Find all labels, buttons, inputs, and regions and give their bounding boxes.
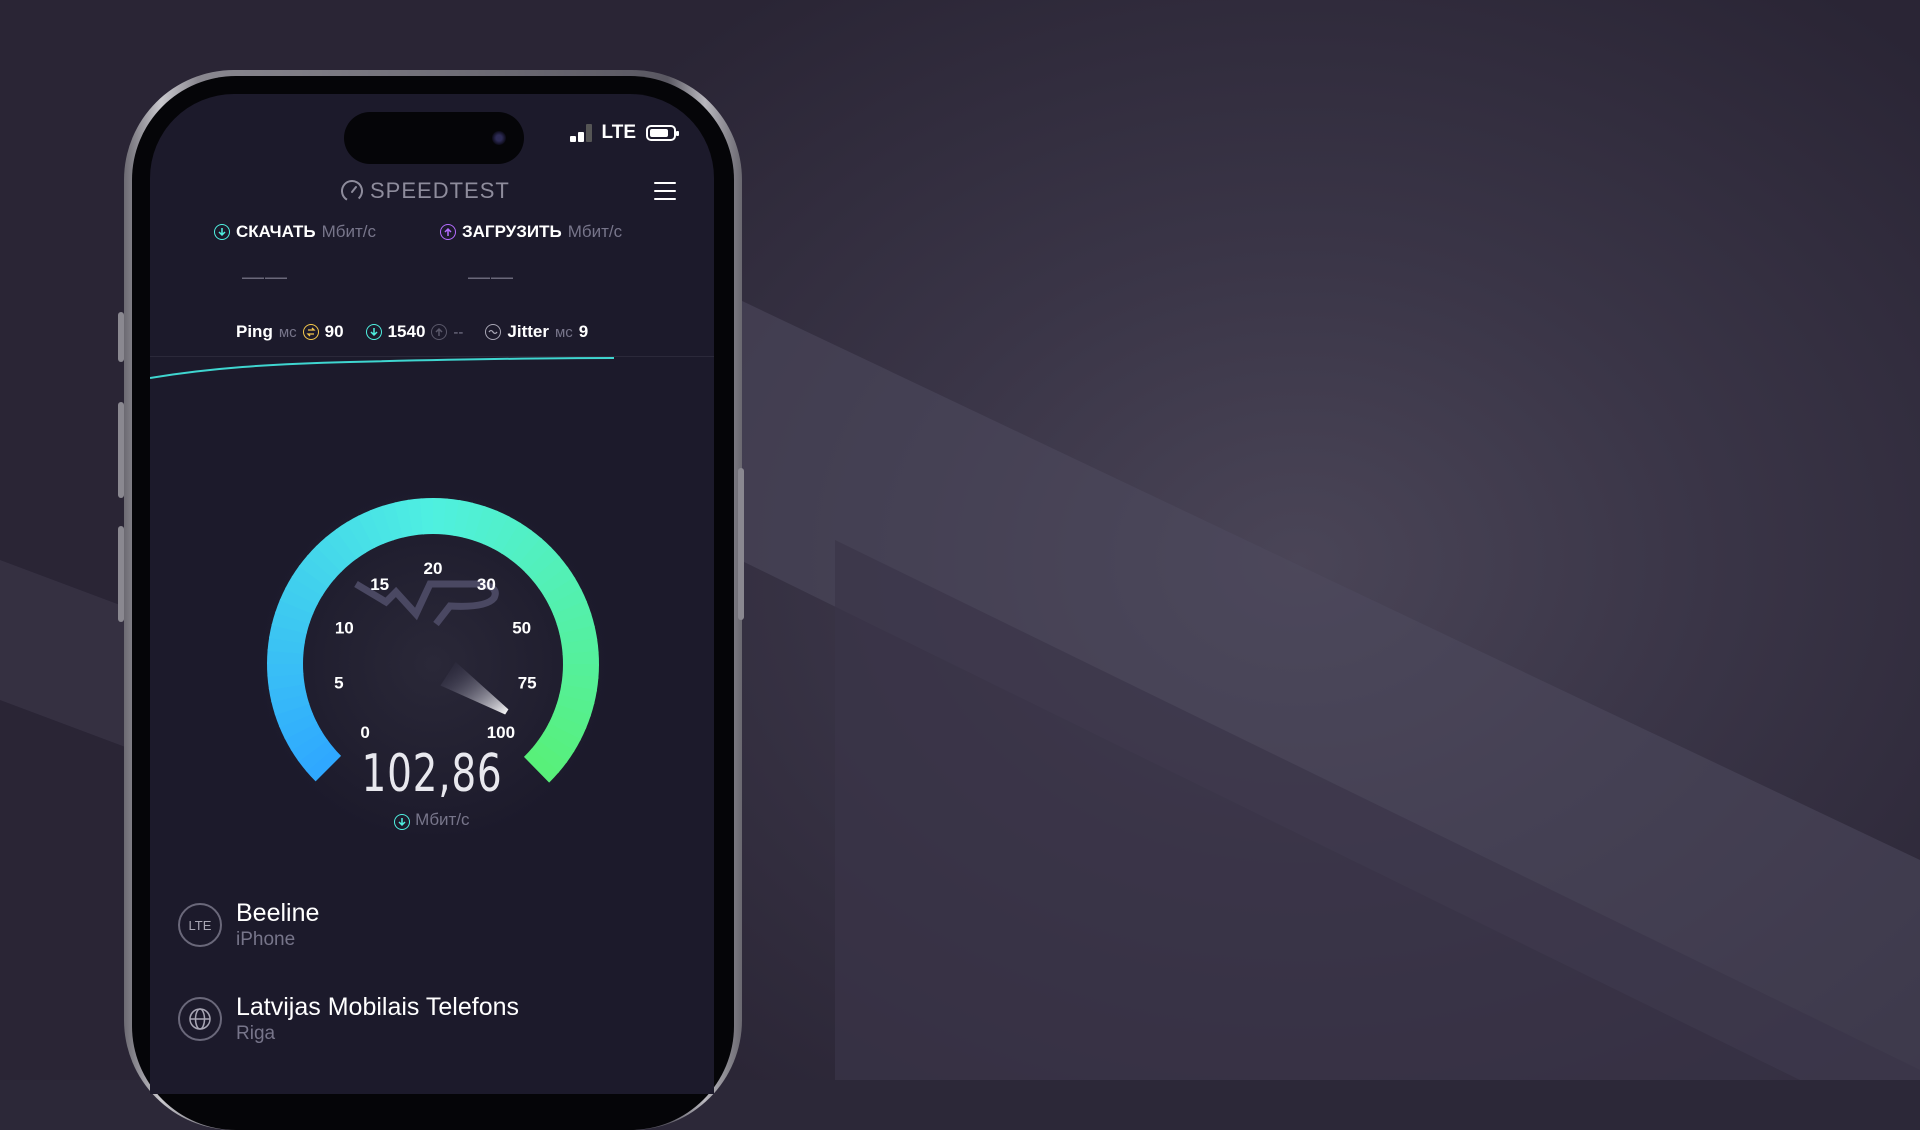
download-icon <box>214 224 230 240</box>
speed-graph <box>150 356 714 379</box>
camera-icon <box>492 131 506 145</box>
gauge-tick-label: 20 <box>424 559 443 578</box>
download-value: —— <box>242 264 288 289</box>
speed-reading: 102,86 <box>361 744 503 804</box>
download-unit: Мбит/с <box>321 222 377 241</box>
gauge-tick-label: 10 <box>335 618 354 637</box>
app-name: SPEEDTEST <box>370 178 510 203</box>
ping-unit: мс <box>278 323 297 341</box>
gauge-tick-label: 30 <box>477 575 496 594</box>
status-bar: LTE <box>569 122 679 144</box>
dynamic-island <box>344 112 524 164</box>
jitter-label: Jitter <box>507 322 549 341</box>
upload-unit: Мбит/с <box>567 222 623 241</box>
upload-value: —— <box>468 264 514 289</box>
download-header: СКАЧАТЬ Мбит/с <box>214 222 376 242</box>
volume-down-button <box>118 526 124 622</box>
download-label: СКАЧАТЬ <box>236 222 316 241</box>
upload-header: ЗАГРУЗИТЬ Мбит/с <box>440 222 622 242</box>
server-city: Riga <box>236 1023 276 1044</box>
action-button <box>118 312 124 362</box>
device-name: iPhone <box>236 929 296 950</box>
gauge-tick-label: 75 <box>518 674 537 693</box>
speed-unit: Мбит/с <box>150 810 714 830</box>
gauge-tick-label: 0 <box>360 723 369 742</box>
speed-unit-label: Мбит/с <box>415 810 470 829</box>
ping-value: 90 <box>324 322 344 341</box>
provider-name: Beeline <box>236 899 320 927</box>
ping-up-value: -- <box>453 323 464 341</box>
download-ping-icon <box>365 324 382 340</box>
menu-icon[interactable] <box>654 182 676 206</box>
upload-label: ЗАГРУЗИТЬ <box>462 222 562 241</box>
jitter-unit: мс <box>554 323 573 341</box>
server-row[interactable]: Latvijas Mobilais Telefons Riga <box>178 992 519 1046</box>
lte-badge: LTE <box>178 903 222 947</box>
ping-label: Ping <box>236 322 273 341</box>
ping-down-value: 1540 <box>387 322 426 341</box>
gauge-tick-label: 100 <box>487 723 515 742</box>
jitter-icon <box>485 324 502 340</box>
volume-up-button <box>118 402 124 498</box>
latency-metrics: Ping мс 90 1540 -- Jitter мс 9 <box>236 322 588 342</box>
download-unit-icon <box>394 814 411 830</box>
upload-icon <box>440 224 456 240</box>
gauge-tick-label: 15 <box>370 575 389 594</box>
provider-row[interactable]: LTE Beeline iPhone <box>178 898 319 952</box>
gauge-tick-label: 50 <box>512 618 531 637</box>
network-type: LTE <box>601 122 636 143</box>
battery-icon <box>646 125 679 141</box>
upload-ping-icon <box>431 324 448 340</box>
app-logo: SPEEDTEST <box>340 178 510 204</box>
app-screen: LTE SPEEDTEST СКАЧАТЬ Мбит/с ЗАГРУЗИТЬ М… <box>150 94 714 1094</box>
server-name: Latvijas Mobilais Telefons <box>236 993 520 1021</box>
power-button <box>738 468 744 620</box>
idle-ping-icon <box>302 324 319 340</box>
speedometer-icon <box>341 180 363 202</box>
signal-icon <box>569 124 592 142</box>
jitter-value: 9 <box>578 322 589 341</box>
globe-icon <box>178 997 222 1041</box>
gauge-tick-label: 5 <box>334 674 343 693</box>
